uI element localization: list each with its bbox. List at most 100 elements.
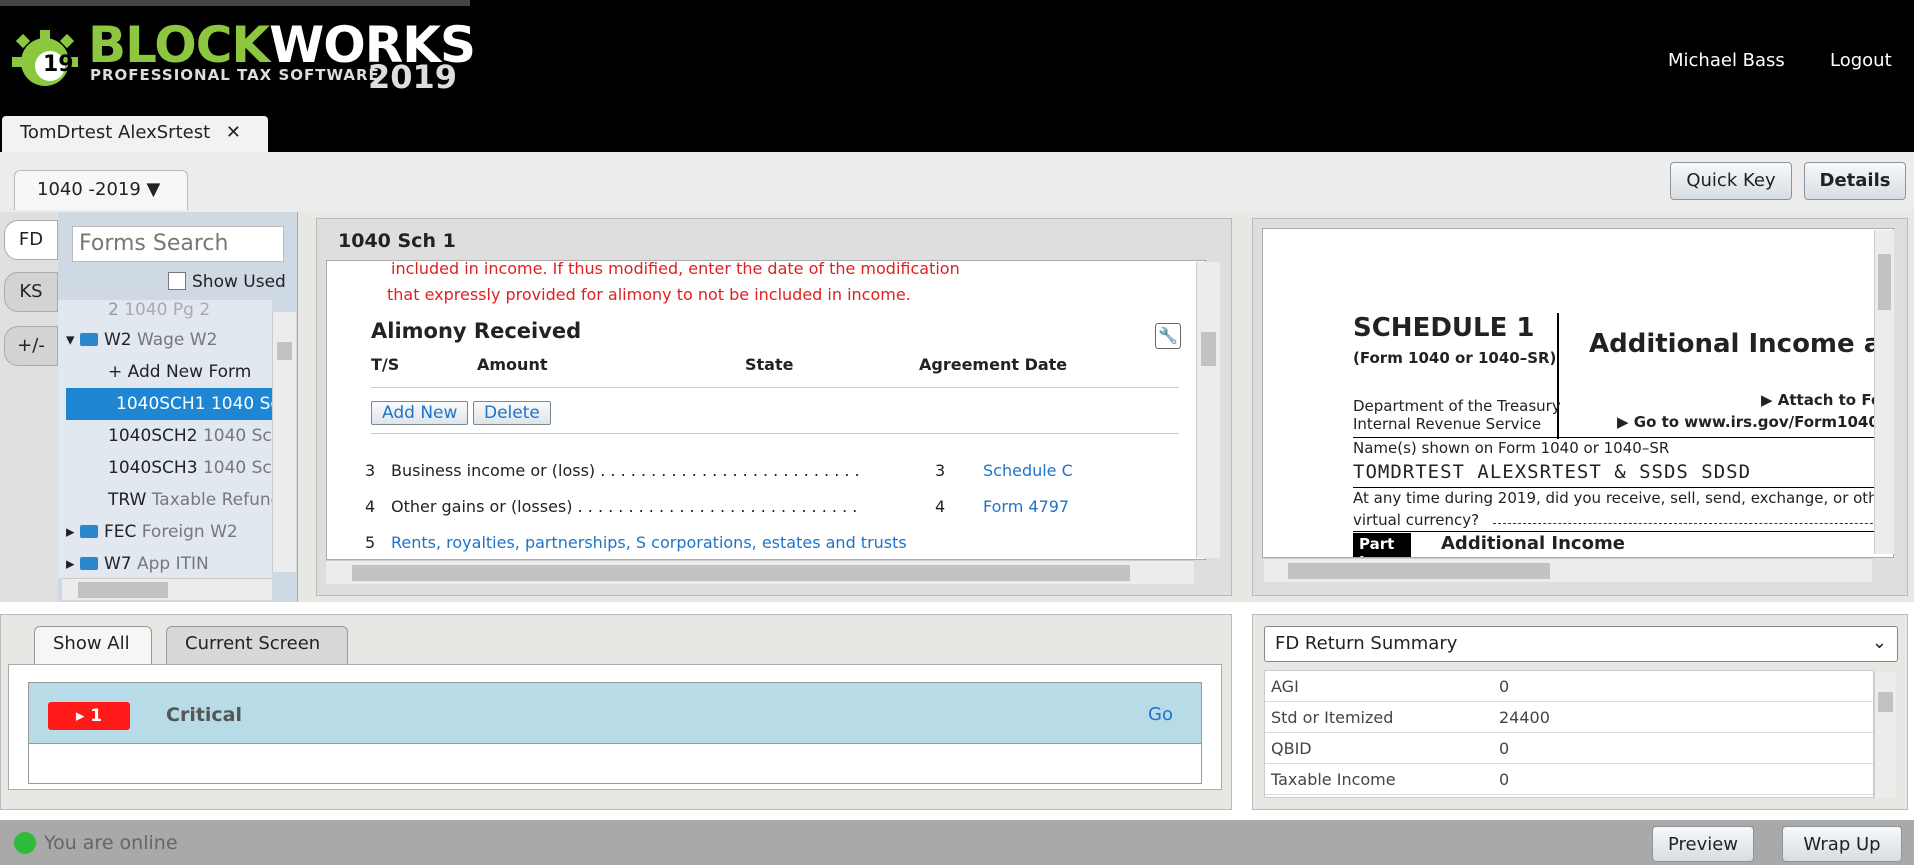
status-bar [0, 820, 1914, 865]
side-tab-ks[interactable]: KS [4, 272, 58, 312]
line-label: Business income or (loss) . . . . . . . … [391, 461, 861, 480]
caret-right-icon[interactable]: ▸ [66, 522, 75, 542]
online-status-icon [14, 832, 36, 854]
divider [1557, 313, 1559, 439]
critical-count-badge[interactable]: ▸ 1 [48, 702, 130, 730]
show-used-checkbox[interactable]: Show Used [168, 272, 286, 292]
tree-horizontal-scrollbar[interactable] [62, 578, 272, 600]
tree-folder-fec[interactable]: ▸ FEC Foreign W2 [58, 516, 272, 548]
logout-link[interactable]: Logout [1830, 50, 1892, 71]
tab-show-all[interactable]: Show All [34, 626, 152, 664]
tree-vertical-scrollbar[interactable] [272, 312, 296, 572]
wrench-icon[interactable]: 🔧 [1155, 323, 1181, 349]
quick-key-button[interactable]: Quick Key [1670, 162, 1792, 200]
online-status-text: You are online [44, 832, 178, 854]
checkbox-box[interactable] [168, 272, 186, 290]
close-icon[interactable]: ✕ [226, 122, 241, 143]
tree-item[interactable]: 2 1040 Pg 2 [58, 300, 272, 324]
caret-right-icon[interactable]: ▸ [66, 554, 75, 574]
attach-note: ▶ Attach to For [1761, 391, 1889, 409]
line-ref: 4 [935, 497, 946, 516]
summary-row: Std or Itemized 24400 [1265, 702, 1873, 733]
forms-tree-list: 2 1040 Pg 2 ▾ W2 Wage W2 + Add New Form … [58, 300, 272, 578]
divider [1353, 437, 1893, 438]
chevron-down-icon: ⌄ [1871, 632, 1887, 653]
summary-label: QBID [1271, 739, 1312, 758]
client-tab[interactable]: TomDrtest AlexSrtest ✕ [2, 116, 268, 154]
summary-row: QBID 0 [1265, 733, 1873, 764]
rents-royalties-link[interactable]: Rents, royalties, partnerships, S corpor… [391, 533, 907, 552]
summary-row: AGI 0 [1265, 671, 1873, 702]
scroll-thumb[interactable] [1288, 563, 1550, 579]
summary-row: Taxable Income 0 [1265, 764, 1873, 795]
summary-value: 24400 [1499, 708, 1550, 727]
line-num: 4 [365, 497, 376, 516]
scroll-thumb[interactable] [1878, 254, 1891, 310]
goto-note: ▶ Go to www.irs.gov/Form1040 fo [1617, 413, 1894, 431]
tree-folder-w2[interactable]: ▾ W2 Wage W2 [58, 324, 272, 356]
preview-button[interactable]: Preview [1652, 826, 1754, 862]
col-agreement-date: Agreement Date [919, 355, 1068, 374]
divider [1493, 523, 1893, 524]
col-state: State [745, 355, 794, 374]
line-label: Other gains or (losses) . . . . . . . . … [391, 497, 861, 516]
schedule-c-link[interactable]: Schedule C [983, 461, 1073, 480]
wrap-up-button[interactable]: Wrap Up [1782, 826, 1902, 862]
tree-item-trw[interactable]: TRW Taxable Refund [58, 484, 272, 516]
side-tab-plus-minus[interactable]: +/- [4, 326, 58, 366]
line-ref: 3 [935, 461, 946, 480]
brand-subtitle: PROFESSIONAL TAX SOFTWARE [90, 66, 380, 84]
brand-year: 2019 [368, 58, 458, 96]
add-new-form-item[interactable]: + Add New Form [58, 356, 272, 388]
folder-icon [79, 333, 98, 346]
user-name[interactable]: Michael Bass [1668, 50, 1785, 71]
forms-search-input[interactable]: Forms Search [72, 226, 284, 262]
header-accent-line [0, 0, 470, 6]
scroll-thumb[interactable] [277, 342, 292, 360]
tab-current-screen[interactable]: Current Screen [166, 626, 348, 664]
tree-item-1040sch2[interactable]: 1040SCH2 1040 Sch [58, 420, 272, 452]
summary-label: AGI [1271, 677, 1299, 696]
part-label: Part I [1353, 533, 1411, 557]
tree-item-1040sch3[interactable]: 1040SCH3 1040 Sch [58, 452, 272, 484]
return-year-tab[interactable]: 1040 -2019 ▼ [14, 170, 188, 210]
schedule-heading: Additional Income an [1589, 329, 1894, 359]
scroll-thumb[interactable] [352, 565, 1130, 581]
question-text-2: virtual currency? [1353, 511, 1480, 529]
summary-value: 0 [1499, 770, 1510, 789]
preview-vertical-scrollbar[interactable] [1874, 230, 1894, 554]
caret-down-icon[interactable]: ▾ [66, 330, 75, 350]
preview-horizontal-scrollbar[interactable] [1264, 558, 1872, 582]
form-title: 1040 Sch 1 [338, 230, 456, 252]
side-tab-fd[interactable]: FD [4, 220, 58, 260]
form-note-line-1: included in income. If thus modified, en… [391, 260, 960, 278]
form-horizontal-scrollbar[interactable] [326, 560, 1194, 584]
section-title: Alimony Received [371, 319, 582, 343]
go-link[interactable]: Go [1148, 704, 1173, 725]
delete-button[interactable]: Delete [473, 401, 551, 425]
details-button[interactable]: Details [1804, 162, 1906, 200]
toolbar-strip [0, 152, 1914, 212]
show-used-label: Show Used [192, 272, 286, 292]
divider [1353, 531, 1893, 532]
scroll-thumb[interactable] [78, 582, 168, 598]
tree-item-1040sch1[interactable]: 1040SCH1 1040 Sch [66, 388, 272, 420]
summary-table: AGI 0 Std or Itemized 24400 QBID 0 Taxab… [1264, 670, 1874, 798]
summary-vertical-scrollbar[interactable] [1874, 672, 1896, 798]
names-label: Name(s) shown on Form 1040 or 1040–SR [1353, 439, 1670, 457]
summary-value: 0 [1499, 739, 1510, 758]
summary-select[interactable]: FD Return Summary ⌄ [1264, 626, 1898, 662]
add-new-button[interactable]: Add New [371, 401, 469, 425]
summary-label: Std or Itemized [1271, 708, 1394, 727]
form-body: included in income. If thus modified, en… [326, 260, 1206, 560]
schedule-title: SCHEDULE 1 [1353, 313, 1535, 343]
side-tab-rail [0, 212, 58, 602]
form-vertical-scrollbar[interactable] [1196, 262, 1220, 558]
scroll-thumb[interactable] [1878, 692, 1893, 712]
tree-folder-w7[interactable]: ▸ W7 App ITIN [58, 548, 272, 578]
scroll-thumb[interactable] [1201, 332, 1216, 366]
col-amount: Amount [477, 355, 548, 374]
folder-icon [79, 557, 98, 570]
line-num: 3 [365, 461, 376, 480]
form-4797-link[interactable]: Form 4797 [983, 497, 1069, 516]
